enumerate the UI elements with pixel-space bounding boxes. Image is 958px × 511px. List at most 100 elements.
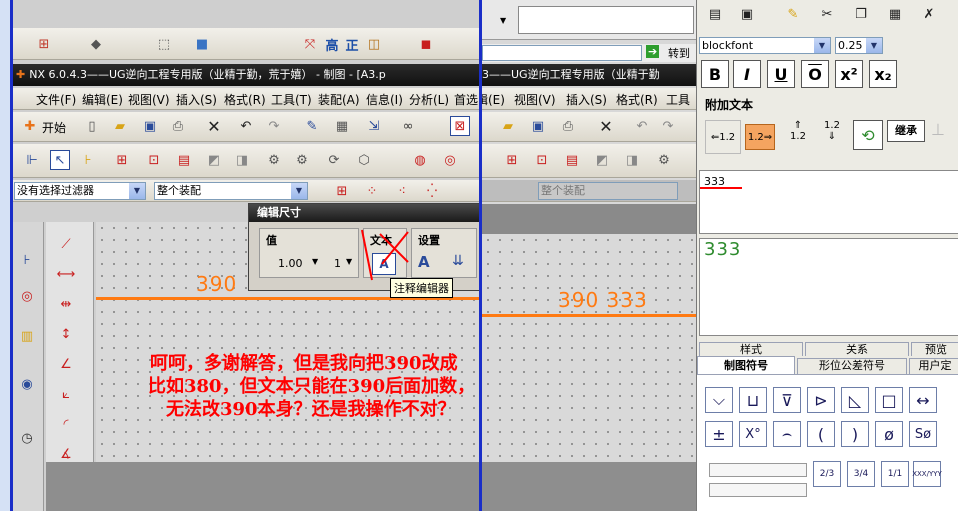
print-icon[interactable]: ⎙ xyxy=(168,116,188,136)
break-view-icon[interactable]: ◩ xyxy=(204,150,224,170)
stack-right-button[interactable]: 1.2 ⇒ xyxy=(745,124,775,150)
underline-button[interactable]: U xyxy=(767,60,795,88)
stack-down-button[interactable]: 1.2 ⇓ xyxy=(815,120,849,154)
clear-format-icon[interactable]: ✗ xyxy=(919,4,939,24)
size-combo[interactable]: 0.25 ▼ xyxy=(835,37,883,54)
projected-view-icon[interactable]: ⊡ xyxy=(144,150,164,170)
fraction-one-one[interactable]: 1/1 xyxy=(881,461,909,487)
bg-address-field[interactable] xyxy=(518,6,694,34)
symbol-square[interactable]: □ xyxy=(875,387,903,413)
cut-icon[interactable]: ✂ xyxy=(817,4,837,24)
stack-up-button[interactable]: ⇑ 1.2 xyxy=(781,120,815,154)
part-nav-icon[interactable]: ⊦ xyxy=(17,250,37,270)
clipboard-icon[interactable]: ▦ xyxy=(885,4,905,24)
auxiliary-view-icon[interactable]: ⬡ xyxy=(354,150,374,170)
rotate-view-icon[interactable]: ⟳ xyxy=(324,150,344,170)
gear-view-2-icon[interactable]: ⚙ xyxy=(292,150,312,170)
menu-file[interactable]: 文件(F) xyxy=(36,91,76,108)
front-icon[interactable]: 正 xyxy=(342,34,362,54)
bg-view-icon[interactable]: ⊞ xyxy=(502,150,522,170)
menu-edit[interactable]: 编辑(E) xyxy=(82,91,123,108)
menu-preferences[interactable]: 首选 xyxy=(454,91,478,108)
section-line-icon[interactable]: ◎ xyxy=(440,150,460,170)
chevron-down-icon[interactable]: ▼ xyxy=(291,183,307,199)
chevron-down-icon[interactable]: ▼ xyxy=(312,257,318,266)
edit-object-icon[interactable]: ✎ xyxy=(302,116,322,136)
menu-format[interactable]: 格式(R) xyxy=(224,91,266,108)
bg-assembly-combo[interactable]: 整个装配 xyxy=(538,182,678,200)
drawing-tool-icon[interactable]: ⊩ xyxy=(22,150,42,170)
render-icon[interactable]: ◼ xyxy=(416,34,436,54)
tolerance-small[interactable]: 1 xyxy=(334,257,341,270)
bg-view-5-icon[interactable]: ◨ xyxy=(622,150,642,170)
symbol-counterbore[interactable]: ⊔ xyxy=(739,387,767,413)
base-view-icon[interactable]: ⊞ xyxy=(112,150,132,170)
undo-icon[interactable]: ↶ xyxy=(236,116,256,136)
inherit-button[interactable]: 继承 xyxy=(887,120,925,142)
assembly-combo[interactable]: 整个装配 ▼ xyxy=(154,182,308,200)
menu-analysis[interactable]: 分析(L) xyxy=(409,91,449,108)
clock-icon[interactable]: ◷ xyxy=(17,428,37,448)
bg-menu-insert[interactable]: 插入(S) xyxy=(566,91,607,108)
annotation-text-input[interactable]: 333 xyxy=(699,170,958,234)
view-icon[interactable]: ◫ xyxy=(364,34,384,54)
overline-button[interactable]: O xyxy=(801,60,829,88)
delete-icon[interactable]: ✕ xyxy=(204,116,224,136)
bg-menu-view[interactable]: 视图(V) xyxy=(514,91,556,108)
start-label[interactable]: 开始 xyxy=(42,119,66,136)
reset-icon[interactable]: ⇊ xyxy=(452,253,464,269)
go-arrow-icon[interactable]: ➔ xyxy=(646,45,660,58)
symbol-countersink[interactable]: ⌵ xyxy=(705,387,733,413)
font-combo[interactable]: blockfont ▼ xyxy=(699,37,831,54)
symbol-plus-minus[interactable]: ± xyxy=(705,421,733,447)
bold-button[interactable]: B xyxy=(701,60,729,88)
ring-view-icon[interactable]: ◍ xyxy=(410,150,430,170)
chevron-down-icon[interactable]: ▼ xyxy=(814,38,830,53)
bg-delete-icon[interactable]: ✕ xyxy=(596,116,616,136)
vertical-dim-icon[interactable]: ↕ xyxy=(56,324,76,344)
symbol-between[interactable]: ↔ xyxy=(909,387,937,413)
arc-dim-icon[interactable]: ∡ xyxy=(56,444,76,464)
horizontal-dim-icon[interactable]: ⟷ xyxy=(56,264,76,284)
symbol-arc[interactable]: ⌢ xyxy=(773,421,801,447)
menu-info[interactable]: 信息(I) xyxy=(366,91,403,108)
dimension-text-390[interactable]: 390 xyxy=(196,272,237,296)
layout-icon[interactable]: ▦ xyxy=(332,116,352,136)
symbol-slope[interactable]: ◺ xyxy=(841,387,869,413)
tab-preview[interactable]: 预览 xyxy=(911,342,958,356)
snap-point-icon[interactable]: ⊞ xyxy=(332,181,352,201)
fraction-xxx-yyy[interactable]: XXX/YYY xyxy=(912,461,942,487)
sheet-icon[interactable]: ⊦ xyxy=(78,150,98,170)
symbol-degree[interactable]: X° xyxy=(739,421,767,447)
subscript-button[interactable]: x₂ xyxy=(869,60,897,88)
bg-view-3-icon[interactable]: ▤ xyxy=(562,150,582,170)
fit-view-icon[interactable]: ⊠ xyxy=(450,116,470,136)
box-select-icon[interactable]: ⬚ xyxy=(154,34,174,54)
point-3-icon[interactable]: ⁛ xyxy=(422,181,442,201)
symbol-paren-open[interactable]: ( xyxy=(807,421,835,447)
chevron-down-icon[interactable]: ▼ xyxy=(500,16,506,25)
height-icon[interactable]: 高 xyxy=(322,34,342,54)
save-icon[interactable]: ▣ xyxy=(737,4,757,24)
superscript-button[interactable]: x² xyxy=(835,60,863,88)
bg-print-icon[interactable]: ⎙ xyxy=(558,116,578,136)
bg-url-field[interactable] xyxy=(482,45,642,61)
radius-dim-icon[interactable]: ◜ xyxy=(56,414,76,434)
symbol-depth[interactable]: ⊽ xyxy=(773,387,801,413)
tab-relation[interactable]: 关系 xyxy=(805,342,909,356)
point-icon[interactable]: ⁘ xyxy=(362,181,382,201)
filter-combo[interactable]: 没有选择过滤器 ▼ xyxy=(14,182,146,200)
bg-gear-icon[interactable]: ⚙ xyxy=(654,150,674,170)
fraction-field-1[interactable] xyxy=(709,463,807,477)
copy-icon[interactable]: ❐ xyxy=(851,4,871,24)
bg-menu-edit[interactable]: 编辑(E) xyxy=(482,91,505,108)
bg-undo-icon[interactable]: ↶ xyxy=(632,116,652,136)
tab-gdt-symbols[interactable]: 形位公差符号 xyxy=(797,358,907,374)
history-icon[interactable]: ◉ xyxy=(17,374,37,394)
paste-icon[interactable]: ▤ xyxy=(705,4,725,24)
select-tool-icon[interactable]: ⇲ xyxy=(364,116,384,136)
angle-dim-icon[interactable]: ∠ xyxy=(56,354,76,374)
fraction-field-2[interactable] xyxy=(709,483,807,497)
fraction-three-quarters[interactable]: 3/4 xyxy=(847,461,875,487)
solid-icon[interactable]: ■ xyxy=(192,34,212,54)
